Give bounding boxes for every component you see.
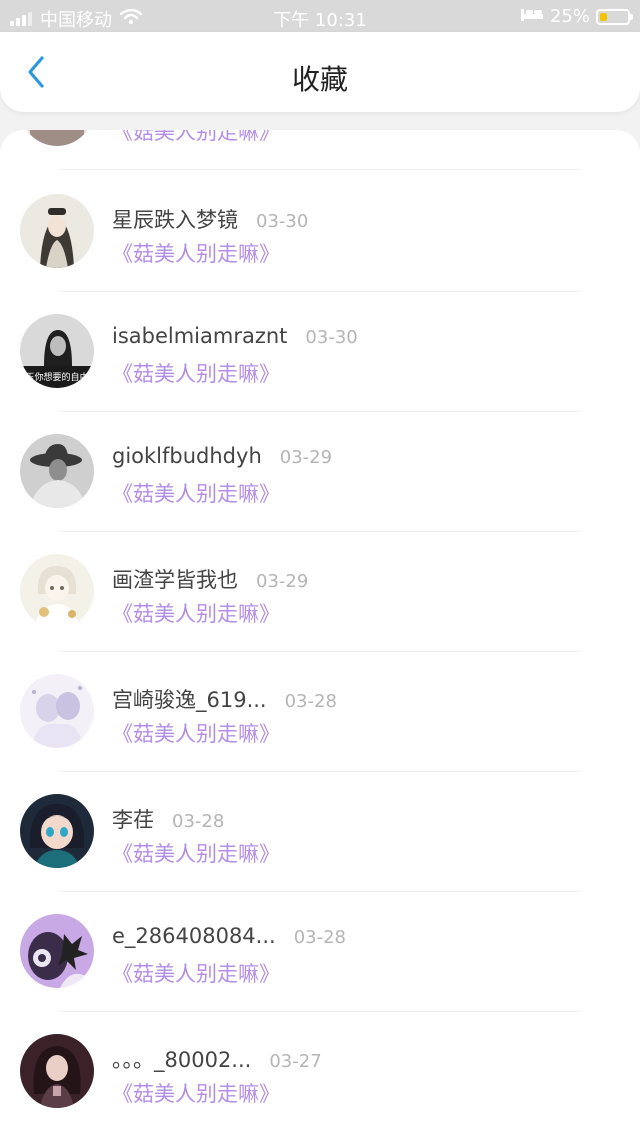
user-name[interactable]: 李荏 [112,804,154,834]
book-link[interactable]: 《菇美人别走嘛》 [112,958,280,988]
battery-fill [600,12,607,21]
avatar [20,794,94,868]
list-item[interactable]: 。。。_80002... 03-27 《菇美人别走嘛》 [0,1012,640,1132]
name-row: 宫崎骏逸_619... 03-28 [112,684,337,714]
battery-percent: 25% [549,6,590,27]
book-link[interactable]: 《菇美人别走嘛》 [112,598,280,628]
page-title: 收藏 [291,63,348,96]
date-label: 03-29 [256,571,309,592]
date-label: 03-28 [284,691,337,712]
user-name[interactable]: isabelmiamraznt [112,324,287,348]
name-row: 李荏 03-28 [112,804,224,834]
list-item[interactable]: 宫崎骏逸_619... 03-28 《菇美人别走嘛》 [0,652,640,772]
date-label: 03-27 [269,1051,322,1072]
book-link[interactable]: 《菇美人别走嘛》 [112,1078,280,1108]
status-right: 25% [520,6,633,27]
book-link[interactable]: 《菇美人别走嘛》 [112,838,280,868]
book-link[interactable]: 《菇美人别走嘛》 [112,718,280,748]
book-link[interactable]: 《菇美人别走嘛》 [112,478,280,508]
book-link[interactable]: 《菇美人别走嘛》 [112,358,280,388]
list-item[interactable]: 李荏 03-28 《菇美人别走嘛》 [0,772,640,892]
name-row: 星辰跌入梦镜 03-30 [112,204,308,234]
date-label: 03-28 [293,927,347,948]
name-row: e_286408084... 03-28 [112,924,346,948]
date-label: 03-30 [256,211,309,232]
avatar [20,554,94,628]
list-item[interactable]: 星辰跌入梦镜 03-30 《菇美人别走嘛》 [0,172,640,292]
list-item[interactable]: gioklfbudhdyh 03-29 《菇美人别走嘛》 [0,412,640,532]
name-row: 画渣学皆我也 03-29 [112,564,308,594]
divider [60,169,580,170]
name-row: 。。。_80002... 03-27 [112,1044,322,1074]
list-item[interactable]: 玉你想要的自由 isabelmiamraznt 03-30 《菇美人别走嘛》 [0,292,640,412]
user-name[interactable]: 画渣学皆我也 [112,564,238,594]
user-name[interactable]: e_286408084... [112,924,276,948]
battery-icon [596,8,633,25]
name-row: gioklfbudhdyh 03-29 [112,444,332,468]
list-item[interactable]: 画渣学皆我也 03-29 《菇美人别走嘛》 [0,532,640,652]
list-item[interactable]: e_286408084... 03-28 《菇美人别走嘛》 [0,892,640,1012]
avatar [20,434,94,508]
avatar-caption: 玉你想要的自由 [25,371,88,383]
avatar: 玉你想要的自由 [20,314,94,388]
avatar [20,130,94,146]
date-label: 03-29 [279,447,333,468]
status-bar: 中国移动 下午 10:31 25% [0,0,640,32]
book-link[interactable]: 《菇美人别走嘛》 [112,238,280,268]
user-name[interactable]: 宫崎骏逸_619... [112,684,267,714]
list-item[interactable]: 《菇美人别走嘛》 [0,130,640,170]
user-name[interactable]: gioklfbudhdyh [112,444,262,468]
user-name[interactable]: 。。。_80002... [112,1044,251,1074]
book-link[interactable]: 《菇美人别走嘛》 [112,130,280,146]
bed-icon [520,6,544,27]
date-label: 03-28 [172,811,225,832]
avatar [20,914,94,988]
favorites-list: 《菇美人别走嘛》 星辰跌入梦镜 03-30 《菇美人别走嘛》 玉你想要的自由 i… [0,130,640,1138]
avatar [20,674,94,748]
user-name[interactable]: 星辰跌入梦镜 [112,204,238,234]
navbar: 收藏 [0,32,640,112]
name-row: isabelmiamraznt 03-30 [112,324,358,348]
date-label: 03-30 [305,327,358,348]
avatar [20,194,94,268]
avatar [20,1034,94,1108]
